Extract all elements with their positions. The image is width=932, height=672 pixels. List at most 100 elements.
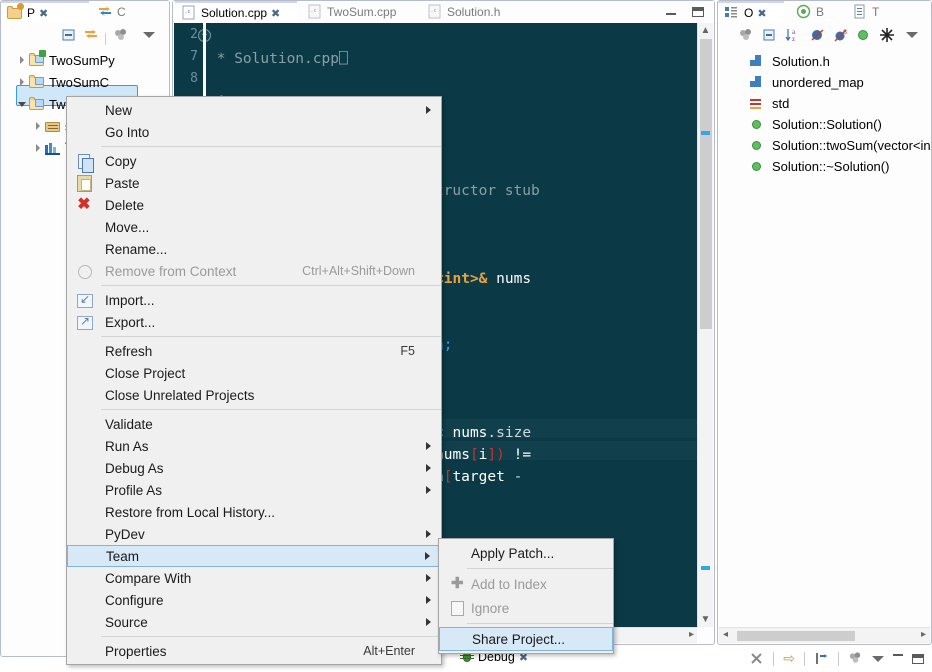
- tab-label: B: [816, 5, 825, 19]
- code-token: >&: [469, 271, 488, 287]
- menu-item-close-project[interactable]: Close Project: [67, 362, 441, 384]
- menu-item-source[interactable]: Source: [67, 611, 441, 633]
- scrollbar-thumb[interactable]: [737, 631, 855, 641]
- menu-item-run-as[interactable]: Run As: [67, 435, 441, 457]
- close-icon[interactable]: ✖: [271, 7, 280, 20]
- outline-horizontal-scrollbar[interactable]: ◂ ▸: [719, 627, 930, 643]
- menu-item-export[interactable]: Export...: [67, 311, 441, 333]
- link-with-editor-icon[interactable]: [83, 27, 99, 46]
- menu-item-rename[interactable]: Rename...: [67, 238, 441, 260]
- code-token: * Solution.cpp: [208, 51, 339, 67]
- terminate-icon[interactable]: [749, 651, 764, 666]
- view-menu-balls-icon[interactable]: [848, 651, 863, 666]
- menu-item-paste[interactable]: Paste: [67, 172, 441, 194]
- team-menu-item-apply-patch[interactable]: Apply Patch...: [439, 541, 613, 565]
- collapse-all-icon[interactable]: [61, 27, 77, 46]
- tree-item-twosumpy[interactable]: TwoSumPy: [1, 49, 169, 71]
- team-menu-item-share-project[interactable]: Share Project...: [439, 627, 613, 651]
- tab-label: T: [872, 5, 880, 19]
- menu-item-close-unrelated-projects[interactable]: Close Unrelated Projects: [67, 384, 441, 406]
- menu-item-label: Properties: [105, 643, 167, 659]
- tab-outline[interactable]: O ✖: [718, 1, 784, 23]
- menu-item-delete[interactable]: ✖ Delete: [67, 194, 441, 216]
- tab-c-cpp-projects[interactable]: C: [91, 1, 165, 23]
- menu-item-compare-with[interactable]: Compare With: [67, 567, 441, 589]
- outline-item-solution-h[interactable]: Solution.h: [718, 51, 931, 71]
- hide-fields-icon[interactable]: [858, 30, 868, 40]
- scroll-right-arrow-icon[interactable]: ▸: [689, 629, 694, 640]
- scroll-left-arrow-icon[interactable]: ◂: [723, 629, 728, 640]
- collapse-all-icon[interactable]: [762, 28, 777, 46]
- tab-solution-h[interactable]: .c Solution.h: [421, 1, 521, 23]
- menu-item-move[interactable]: Move...: [67, 216, 441, 238]
- scroll-right-arrow-icon[interactable]: ▸: [921, 629, 926, 640]
- view-menu-chevron-icon[interactable]: [906, 32, 918, 38]
- minimize-icon[interactable]: [893, 653, 903, 656]
- remove-from-context-icon: [75, 262, 93, 280]
- menu-item-validate[interactable]: Validate: [67, 413, 441, 435]
- menu-item-debug-as[interactable]: Debug As: [67, 457, 441, 479]
- step-into-icon[interactable]: [814, 651, 829, 666]
- tab-project-explorer[interactable]: P ✖: [1, 1, 89, 23]
- collapse-arrow-icon[interactable]: [15, 93, 29, 115]
- minimize-icon[interactable]: [666, 13, 676, 15]
- outline-panel: O ✖ B T az S Solution.h unordered_map st…: [717, 0, 932, 645]
- tab-build-targets[interactable]: B: [790, 1, 842, 23]
- menu-item-profile-as[interactable]: Profile As: [67, 479, 441, 501]
- menu-item-import[interactable]: Import...: [67, 289, 441, 311]
- focus-on-active-task-icon[interactable]: [738, 28, 754, 45]
- outline-item-solution-dtor[interactable]: Solution::~Solution(): [718, 156, 931, 176]
- outline-item-std[interactable]: std: [718, 93, 931, 113]
- hide-macros-icon[interactable]: [879, 27, 895, 46]
- expand-arrow-icon[interactable]: [31, 137, 45, 159]
- team-submenu-items: Apply Patch... ✚ Add to Index Ignore Share P…: [439, 541, 613, 651]
- menu-item-label: Move...: [105, 219, 150, 235]
- view-menu-chevron-icon[interactable]: [143, 32, 155, 38]
- hide-non-public-icon[interactable]: [810, 28, 826, 46]
- scroll-down-arrow-icon[interactable]: ▼: [698, 614, 713, 625]
- view-menu-chevron-icon[interactable]: [872, 655, 884, 662]
- menu-item-go-into[interactable]: Go Into: [67, 121, 441, 143]
- svg-text:.c: .c: [431, 8, 437, 14]
- sort-alphabetically-icon[interactable]: az: [785, 27, 803, 46]
- c-project-folder-icon: [29, 74, 45, 90]
- submenu-arrow-icon: [425, 552, 430, 560]
- outline-item-label: std: [772, 95, 790, 111]
- maximize-icon[interactable]: [692, 7, 704, 17]
- scroll-up-arrow-icon[interactable]: ▲: [698, 25, 713, 36]
- menu-item-restore-from-local-history[interactable]: Restore from Local History...: [67, 501, 441, 523]
- scrollbar-thumb[interactable]: [700, 39, 712, 329]
- paste-icon: [75, 174, 93, 192]
- menu-item-label: Apply Patch...: [471, 545, 555, 561]
- maximize-icon[interactable]: [912, 653, 924, 664]
- outline-item-unordered-map[interactable]: unordered_map: [718, 72, 931, 92]
- tab-task-list[interactable]: T: [846, 1, 894, 23]
- menu-item-copy[interactable]: Copy: [67, 150, 441, 173]
- menu-item-new[interactable]: New: [67, 99, 441, 121]
- menu-item-team[interactable]: Team: [67, 545, 441, 567]
- menu-item-label: Run As: [105, 438, 149, 454]
- hide-static-icon[interactable]: S: [834, 28, 850, 46]
- menu-item-configure[interactable]: Configure: [67, 589, 441, 611]
- close-icon[interactable]: ✖: [757, 7, 766, 20]
- view-menu-balls-icon[interactable]: [113, 28, 129, 45]
- cpp-file-icon: .c: [307, 4, 323, 20]
- menu-item-properties[interactable]: Properties Alt+Enter: [67, 640, 441, 662]
- menu-item-label: Rename...: [105, 241, 168, 257]
- expand-arrow-icon[interactable]: [31, 115, 45, 137]
- editor-vertical-scrollbar[interactable]: ▲ ▼: [697, 23, 713, 627]
- outline-item-label: Solution::~Solution(): [772, 158, 890, 174]
- menu-item-label: New: [105, 102, 133, 118]
- tab-solution-cpp[interactable]: .c Solution.cpp ✖: [175, 1, 297, 23]
- menu-item-refresh[interactable]: Refresh F5: [67, 340, 441, 362]
- expand-arrow-icon[interactable]: [15, 71, 29, 93]
- outline-item-twosum[interactable]: Solution::twoSum(vector<in: [718, 135, 931, 155]
- outline-item-solution-ctor[interactable]: Solution::Solution(): [718, 114, 931, 134]
- code-token: -: [504, 469, 523, 485]
- expand-arrow-icon[interactable]: [15, 49, 29, 71]
- tree-item-twosumc[interactable]: TwoSumC: [1, 71, 169, 93]
- menu-item-pydev[interactable]: PyDev: [67, 523, 441, 545]
- tab-twosum-cpp[interactable]: .c TwoSum.cpp: [301, 1, 409, 23]
- close-icon[interactable]: ✖: [39, 7, 48, 20]
- step-over-arrow-icon[interactable]: ⇨: [783, 650, 795, 667]
